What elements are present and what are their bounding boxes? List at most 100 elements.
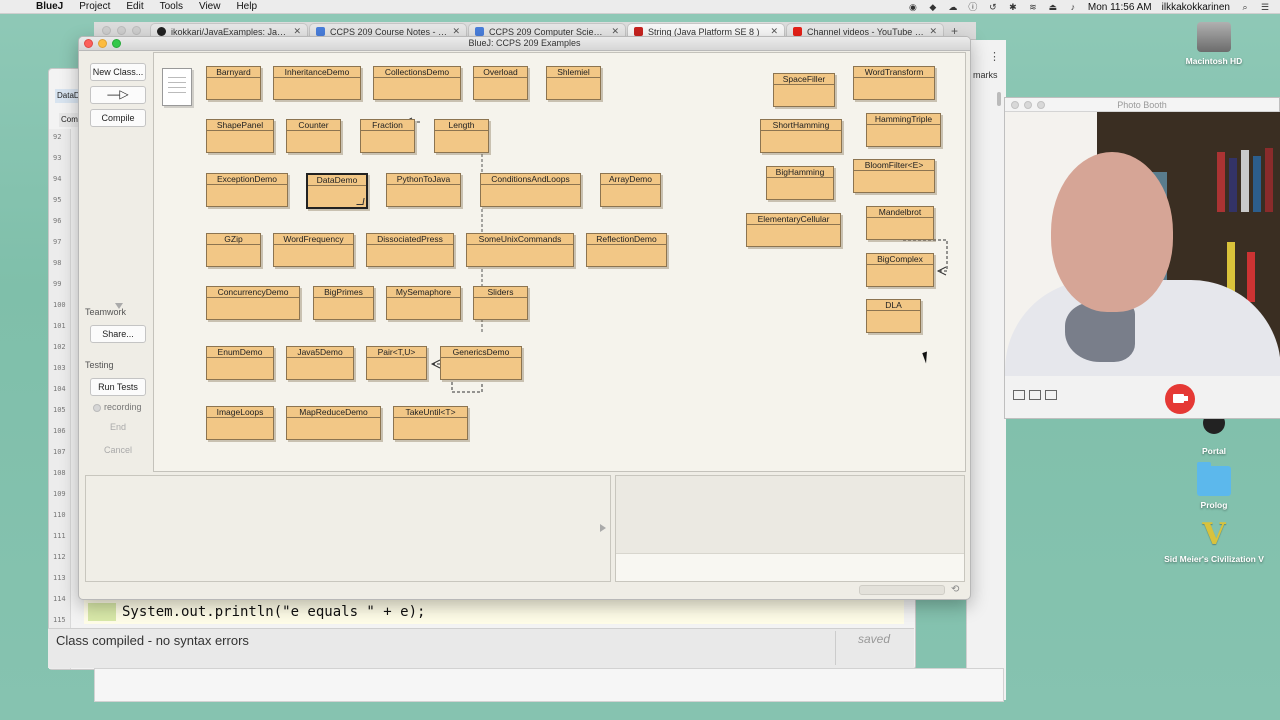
class-box-dla[interactable]: DLA bbox=[866, 299, 921, 333]
window-zoom-icon[interactable] bbox=[132, 25, 141, 35]
record-status-icon[interactable]: ◉ bbox=[908, 2, 918, 12]
class-box-spacefiller[interactable]: SpaceFiller bbox=[773, 73, 835, 107]
dropbox-icon[interactable]: ◆ bbox=[928, 2, 938, 12]
volume-icon[interactable]: ♪ bbox=[1068, 2, 1078, 12]
menu-help[interactable]: Help bbox=[236, 1, 257, 12]
class-box-enumdemo[interactable]: EnumDemo bbox=[206, 346, 274, 380]
class-box-conditionsandloops[interactable]: ConditionsAndLoops bbox=[480, 173, 581, 207]
class-box-takeuntil[interactable]: TakeUntil<T> bbox=[393, 406, 468, 440]
class-box-overload[interactable]: Overload bbox=[473, 66, 528, 100]
class-box-exceptiondemo[interactable]: ExceptionDemo bbox=[206, 173, 288, 207]
new-class-button[interactable]: New Class... bbox=[90, 63, 146, 81]
time-machine-icon[interactable]: ↺ bbox=[988, 2, 998, 12]
cloud-icon[interactable]: ☁ bbox=[948, 2, 958, 12]
menu-tools[interactable]: Tools bbox=[160, 1, 183, 12]
line-number: 113 bbox=[53, 574, 66, 582]
new-inheritance-arrow-button[interactable]: —▷ bbox=[90, 86, 146, 104]
class-box-length[interactable]: Length bbox=[434, 119, 489, 153]
bluetooth-icon[interactable]: ✱ bbox=[1008, 2, 1018, 12]
progress-bar bbox=[859, 585, 945, 595]
class-box-sliders[interactable]: Sliders bbox=[473, 286, 528, 320]
desktop-icon-civilization[interactable]: V Sid Meier's Civilization V bbox=[1164, 520, 1264, 565]
codepad-input[interactable] bbox=[616, 553, 964, 581]
class-box-barnyard[interactable]: Barnyard bbox=[206, 66, 261, 100]
class-box-mysemaphore[interactable]: MySemaphore bbox=[386, 286, 461, 320]
class-box-inheritancedemo[interactable]: InheritanceDemo bbox=[273, 66, 361, 100]
bookmarks-label[interactable]: marks bbox=[973, 70, 998, 80]
spotlight-search-icon[interactable]: ⌕ bbox=[1240, 2, 1250, 12]
notification-center-icon[interactable]: ☰ bbox=[1260, 2, 1270, 12]
class-box-arraydemo[interactable]: ArrayDemo bbox=[600, 173, 661, 207]
browser-content-edge: ⋮ marks bbox=[966, 40, 1006, 700]
window-close-icon[interactable] bbox=[102, 25, 111, 35]
compile-button[interactable]: Compile bbox=[90, 109, 146, 127]
class-box-datademo[interactable]: DataDemo bbox=[306, 173, 368, 209]
class-box-shapepanel[interactable]: ShapePanel bbox=[206, 119, 274, 153]
recording-indicator-icon[interactable] bbox=[93, 404, 101, 412]
cancel-button[interactable]: Cancel bbox=[90, 441, 146, 459]
line-number: 105 bbox=[53, 406, 66, 414]
desktop-icon-macintosh-hd[interactable]: Macintosh HD bbox=[1164, 22, 1264, 66]
class-box-bigprimes[interactable]: BigPrimes bbox=[313, 286, 374, 320]
class-diagram-canvas[interactable]: Barnyard InheritanceDemo CollectionsDemo… bbox=[153, 52, 966, 472]
hard-drive-icon bbox=[1197, 22, 1231, 52]
editor-status-bar: Class compiled - no syntax errors saved bbox=[48, 628, 914, 668]
single-view-icon[interactable] bbox=[1029, 390, 1041, 400]
resize-grip-icon[interactable] bbox=[356, 198, 365, 205]
class-box-genericsdemo[interactable]: GenericsDemo bbox=[440, 346, 522, 380]
class-box-mapreducedemo[interactable]: MapReduceDemo bbox=[286, 406, 381, 440]
info-icon[interactable]: ⓘ bbox=[968, 2, 978, 12]
class-box-imageloops[interactable]: ImageLoops bbox=[206, 406, 274, 440]
record-video-button[interactable] bbox=[1165, 384, 1195, 414]
window-minimize-icon[interactable] bbox=[1024, 101, 1032, 109]
class-box-bloomfilter[interactable]: BloomFilter<E> bbox=[853, 159, 935, 193]
wifi-icon[interactable]: ≋ bbox=[1028, 2, 1038, 12]
browser-scrollbar[interactable] bbox=[997, 92, 1001, 106]
window-close-icon[interactable] bbox=[1011, 101, 1019, 109]
menu-view[interactable]: View bbox=[199, 1, 221, 12]
code-line[interactable]: System.out.println("e equals " + e); bbox=[84, 600, 904, 624]
end-button[interactable]: End bbox=[90, 418, 146, 436]
share-button[interactable]: Share... bbox=[90, 325, 146, 343]
menu-edit[interactable]: Edit bbox=[126, 1, 143, 12]
class-box-pythontojava[interactable]: PythonToJava bbox=[386, 173, 461, 207]
menu-app-name[interactable]: BlueJ bbox=[36, 1, 63, 12]
docs-icon bbox=[316, 27, 325, 36]
grid-view-icon[interactable] bbox=[1013, 390, 1025, 400]
class-box-gzip[interactable]: GZip bbox=[206, 233, 261, 267]
class-box-pair[interactable]: Pair<T,U> bbox=[366, 346, 427, 380]
class-box-concurrencydemo[interactable]: ConcurrencyDemo bbox=[206, 286, 300, 320]
class-box-bighamming[interactable]: BigHamming bbox=[766, 166, 834, 200]
clock[interactable]: Mon 11:56 AM bbox=[1088, 2, 1152, 13]
user-name[interactable]: ilkkakokkarinen bbox=[1162, 2, 1230, 13]
class-box-mandelbrot[interactable]: Mandelbrot bbox=[866, 206, 934, 240]
class-box-dissociatedpress[interactable]: DissociatedPress bbox=[366, 233, 454, 267]
line-number: 92 bbox=[53, 133, 62, 141]
class-box-shorthamming[interactable]: ShortHamming bbox=[760, 119, 842, 153]
class-box-shlemiel[interactable]: Shlemiel bbox=[546, 66, 601, 100]
expand-arrow-icon[interactable] bbox=[600, 524, 606, 532]
machine-reset-icon[interactable]: ⟲ bbox=[951, 584, 959, 595]
window-minimize-icon[interactable] bbox=[117, 25, 126, 35]
run-tests-button[interactable]: Run Tests bbox=[90, 378, 146, 396]
class-box-counter[interactable]: Counter bbox=[286, 119, 341, 153]
photo-booth-title: Photo Booth bbox=[1005, 98, 1279, 112]
object-bench[interactable] bbox=[85, 475, 611, 582]
eject-icon[interactable]: ⏏ bbox=[1048, 2, 1058, 12]
class-box-fraction[interactable]: Fraction bbox=[360, 119, 415, 153]
class-box-reflectiondemo[interactable]: ReflectionDemo bbox=[586, 233, 667, 267]
class-box-someunixcommands[interactable]: SomeUnixCommands bbox=[466, 233, 574, 267]
filmstrip-view-icon[interactable] bbox=[1045, 390, 1057, 400]
class-box-wordtransform[interactable]: WordTransform bbox=[853, 66, 935, 100]
menu-project[interactable]: Project bbox=[79, 1, 110, 12]
desktop-icon-prolog[interactable]: Prolog bbox=[1164, 462, 1264, 510]
class-box-java5demo[interactable]: Java5Demo bbox=[286, 346, 354, 380]
class-box-elementarycellular[interactable]: ElementaryCellular bbox=[746, 213, 841, 247]
class-box-bigcomplex[interactable]: BigComplex bbox=[866, 253, 934, 287]
class-box-hammingtriple[interactable]: HammingTriple bbox=[866, 113, 941, 147]
class-box-collectionsdemo[interactable]: CollectionsDemo bbox=[373, 66, 461, 100]
window-zoom-icon[interactable] bbox=[1037, 101, 1045, 109]
class-box-wordfrequency[interactable]: WordFrequency bbox=[273, 233, 354, 267]
webcam-preview bbox=[1005, 112, 1280, 378]
browser-menu-icon[interactable]: ⋮ bbox=[989, 50, 1000, 63]
